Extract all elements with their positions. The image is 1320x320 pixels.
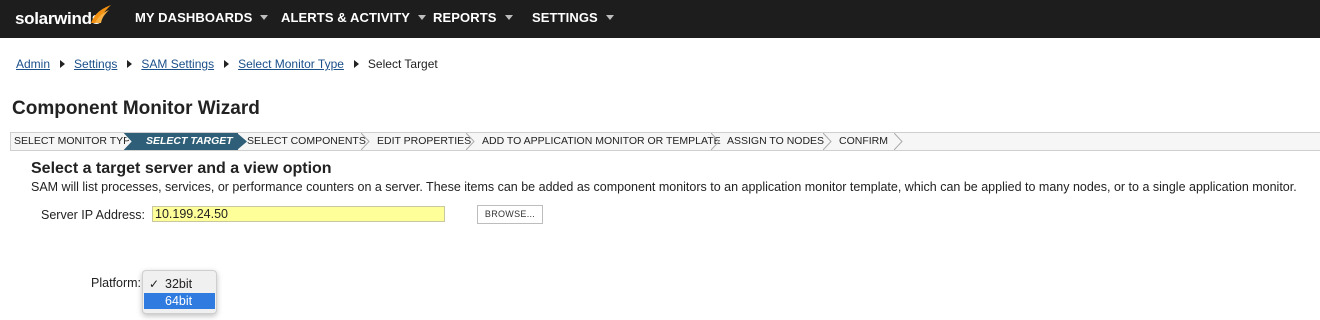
platform-option-64bit[interactable]: 64bit [144,293,215,309]
step-select-components[interactable]: SELECT COMPONENTS [247,133,366,150]
chevron-down-icon [605,15,614,21]
nav-label: ALERTS & ACTIVITY [281,10,411,25]
step-confirm[interactable]: CONFIRM [839,133,888,150]
nav-reports[interactable]: REPORTS [433,0,513,38]
breadcrumb-settings[interactable]: Settings [74,57,117,71]
chevron-down-icon [260,15,269,21]
chevron-right-icon [361,133,370,150]
section-title: Select a target server and a view option [31,160,332,177]
option-label: 64bit [165,294,193,308]
top-nav-bar: solarwinds MY DASHBOARDS ALERTS & ACTIVI… [0,0,1320,38]
solarwinds-logo[interactable]: solarwinds [15,5,111,29]
section-description: SAM will list processes, services, or pe… [31,180,1297,194]
chevron-right-icon [466,133,475,150]
nav-label: REPORTS [433,10,497,25]
nav-settings[interactable]: SETTINGS [532,0,614,38]
platform-dropdown[interactable]: ✓ 32bit 64bit [142,270,217,314]
server-ip-label: Server IP Address: [41,208,145,222]
triangle-right-icon [60,60,66,68]
nav-my-dashboards[interactable]: MY DASHBOARDS [135,0,269,38]
chevron-right-icon [894,133,903,150]
chevron-right-icon [123,133,135,150]
step-label: SELECT COMPONENTS [247,135,366,147]
breadcrumb: Admin Settings SAM Settings Select Monit… [16,56,438,72]
step-add-to-application-monitor[interactable]: ADD TO APPLICATION MONITOR OR TEMPLATE [482,133,721,150]
step-label: SELECT TARGET [146,135,233,147]
page-title: Component Monitor Wizard [12,98,260,119]
step-assign-to-nodes[interactable]: ASSIGN TO NODES [727,133,824,150]
logo-text: solarwinds [15,9,101,28]
step-select-target[interactable]: SELECT TARGET [132,133,238,150]
chevron-down-icon [504,15,513,21]
step-label: ADD TO APPLICATION MONITOR OR TEMPLATE [482,135,721,147]
check-icon: ✓ [149,277,160,291]
step-label: CONFIRM [839,135,888,147]
step-label: EDIT PROPERTIES [377,135,472,147]
step-edit-properties[interactable]: EDIT PROPERTIES [377,133,471,150]
triangle-right-icon [353,60,359,68]
nav-label: MY DASHBOARDS [135,10,253,25]
server-ip-input[interactable]: 10.199.24.50 [152,206,445,222]
chevron-right-icon [237,133,247,150]
chevron-down-icon [418,15,427,21]
platform-label: Platform: [91,276,142,290]
nav-alerts-activity[interactable]: ALERTS & ACTIVITY [281,0,427,38]
step-label: ASSIGN TO NODES [727,135,825,147]
triangle-right-icon [127,60,133,68]
breadcrumb-admin[interactable]: Admin [16,57,50,71]
chevron-right-icon [823,133,832,150]
option-label: 32bit [165,277,193,291]
breadcrumb-select-monitor-type[interactable]: Select Monitor Type [238,57,344,71]
browse-button[interactable]: BROWSE... [477,205,543,224]
breadcrumb-current: Select Target [367,57,438,71]
step-label: SELECT MONITOR TYPE [14,135,138,147]
platform-option-32bit[interactable]: ✓ 32bit [144,276,215,292]
wizard-steps: SELECT MONITOR TYPE SELECT TARGET SELECT… [10,132,1320,151]
triangle-right-icon [224,60,230,68]
solarwinds-flame-icon [91,5,111,23]
breadcrumb-sam-settings[interactable]: SAM Settings [141,57,214,71]
step-select-monitor-type[interactable]: SELECT MONITOR TYPE [14,133,137,150]
nav-label: SETTINGS [532,10,598,25]
chevron-right-icon [711,133,720,150]
